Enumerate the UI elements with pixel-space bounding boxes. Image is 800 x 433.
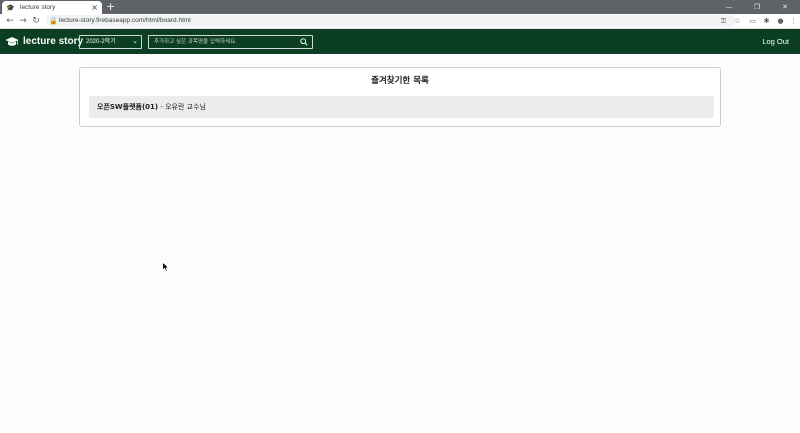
extensions-icon[interactable]: ✱: [761, 15, 772, 27]
favorites-panel: 즐겨찾기한 목록 오픈SW플랫폼(01) - 오유란 교수님: [79, 67, 721, 127]
tab-title: lecture story: [20, 4, 56, 11]
star-icon[interactable]: ☆: [732, 15, 743, 27]
search-icon[interactable]: [300, 38, 308, 46]
favorite-item[interactable]: 오픈SW플랫폼(01) - 오유란 교수님: [89, 96, 714, 118]
menu-icon[interactable]: ⋮: [788, 15, 799, 27]
address-bar[interactable]: 🔒 lecture-story.firebaseapp.com/html/boa…: [46, 15, 736, 27]
browser-tab[interactable]: 🎓 lecture story ×: [2, 1, 102, 14]
new-tab-icon[interactable]: +: [106, 0, 115, 14]
graduation-cap-icon: [5, 36, 19, 46]
maximize-icon[interactable]: ❐: [743, 0, 771, 14]
logo[interactable]: lecture story: [5, 33, 83, 50]
course-name: 오픈SW플랫폼(01): [97, 103, 159, 111]
window-close-icon[interactable]: ✕: [771, 0, 799, 14]
app-header: lecture story 2020-2학기 ⌄ Log Out: [0, 29, 800, 54]
lock-icon: 🔒: [49, 17, 58, 25]
tab-close-icon[interactable]: ×: [91, 2, 98, 13]
professor-name: 오유란 교수님: [165, 103, 206, 111]
browser-tab-bar: 🎓 lecture story × + — ❐ ✕: [0, 0, 800, 14]
url-text[interactable]: lecture-story.firebaseapp.com/html/board…: [59, 15, 191, 27]
search-box: [148, 35, 313, 49]
brand-name: lecture story: [23, 36, 84, 47]
minimize-icon[interactable]: —: [715, 0, 743, 14]
mouse-cursor-icon: [162, 262, 169, 272]
browser-toolbar: ← → ↻ 🔒 lecture-story.firebaseapp.com/ht…: [0, 14, 800, 29]
reload-icon[interactable]: ↻: [30, 15, 42, 27]
forward-icon[interactable]: →: [17, 15, 29, 27]
logout-link[interactable]: Log Out: [762, 36, 789, 47]
profile-icon[interactable]: ●: [775, 15, 786, 27]
graduation-cap-icon: 🎓: [6, 3, 15, 12]
cast-icon[interactable]: ▭: [747, 15, 758, 27]
search-input[interactable]: [149, 36, 299, 48]
panel-title: 즐겨찾기한 목록: [371, 76, 429, 86]
semester-select[interactable]: 2020-2학기 ⌄: [79, 35, 142, 49]
key-icon[interactable]: ⚿: [718, 15, 729, 27]
semester-value: 2020-2학기: [86, 39, 116, 45]
back-icon[interactable]: ←: [4, 15, 16, 27]
chevron-down-icon: ⌄: [132, 38, 138, 45]
